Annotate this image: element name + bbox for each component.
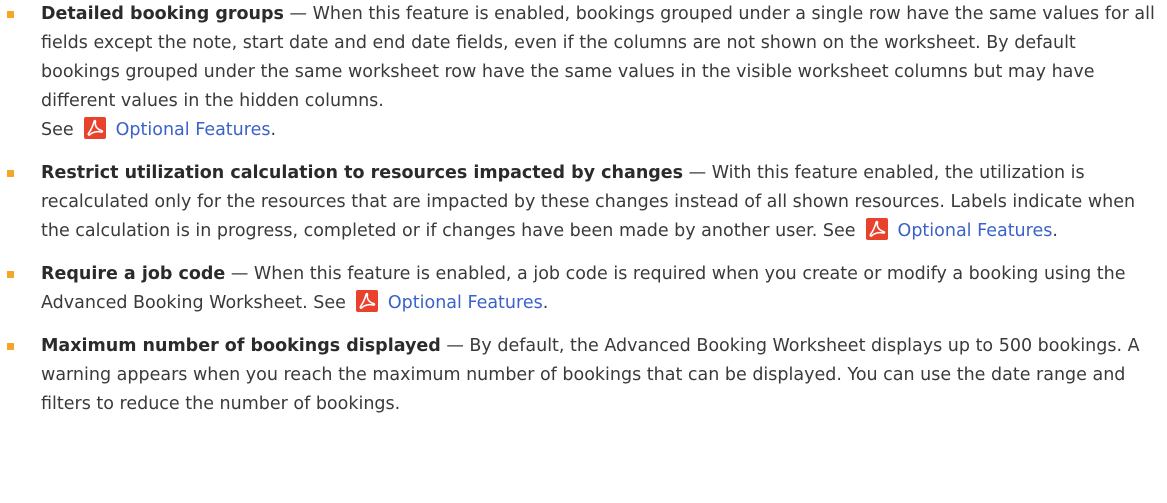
period: . bbox=[542, 293, 549, 313]
pdf-icon bbox=[83, 117, 106, 139]
bullet-marker bbox=[7, 11, 14, 18]
list-item: Require a job code — When this feature i… bbox=[0, 260, 1167, 318]
feature-list: Detailed booking groups — When this feat… bbox=[0, 0, 1167, 419]
period: . bbox=[1052, 221, 1058, 241]
list-item: Maximum number of bookings displayed — B… bbox=[0, 332, 1167, 419]
feature-term: Require a job code bbox=[41, 264, 226, 284]
feature-term: Detailed booking groups bbox=[41, 4, 284, 24]
bullet-marker bbox=[7, 343, 14, 350]
bullet-marker bbox=[7, 271, 14, 278]
list-item: Detailed booking groups — When this feat… bbox=[0, 0, 1167, 145]
optional-features-link[interactable]: Optional Features bbox=[388, 293, 543, 313]
optional-features-link[interactable]: Optional Features bbox=[898, 221, 1053, 241]
see-label: See bbox=[41, 120, 74, 140]
see-reference: See Optional Features. bbox=[41, 116, 1159, 145]
see-label: See bbox=[822, 221, 856, 241]
feature-term: Maximum number of bookings displayed bbox=[41, 336, 441, 356]
pdf-icon bbox=[355, 290, 378, 312]
bullet-marker bbox=[7, 170, 14, 177]
em-dash: — bbox=[683, 163, 712, 183]
optional-features-link[interactable]: Optional Features bbox=[116, 120, 271, 140]
em-dash: — bbox=[283, 4, 313, 24]
see-label: See bbox=[313, 293, 346, 313]
feature-term: Restrict utilization calculation to reso… bbox=[41, 163, 684, 183]
em-dash: — bbox=[440, 336, 470, 356]
list-item: Restrict utilization calculation to reso… bbox=[0, 159, 1167, 246]
period: . bbox=[270, 120, 277, 140]
em-dash: — bbox=[225, 264, 254, 284]
pdf-icon bbox=[865, 218, 888, 240]
